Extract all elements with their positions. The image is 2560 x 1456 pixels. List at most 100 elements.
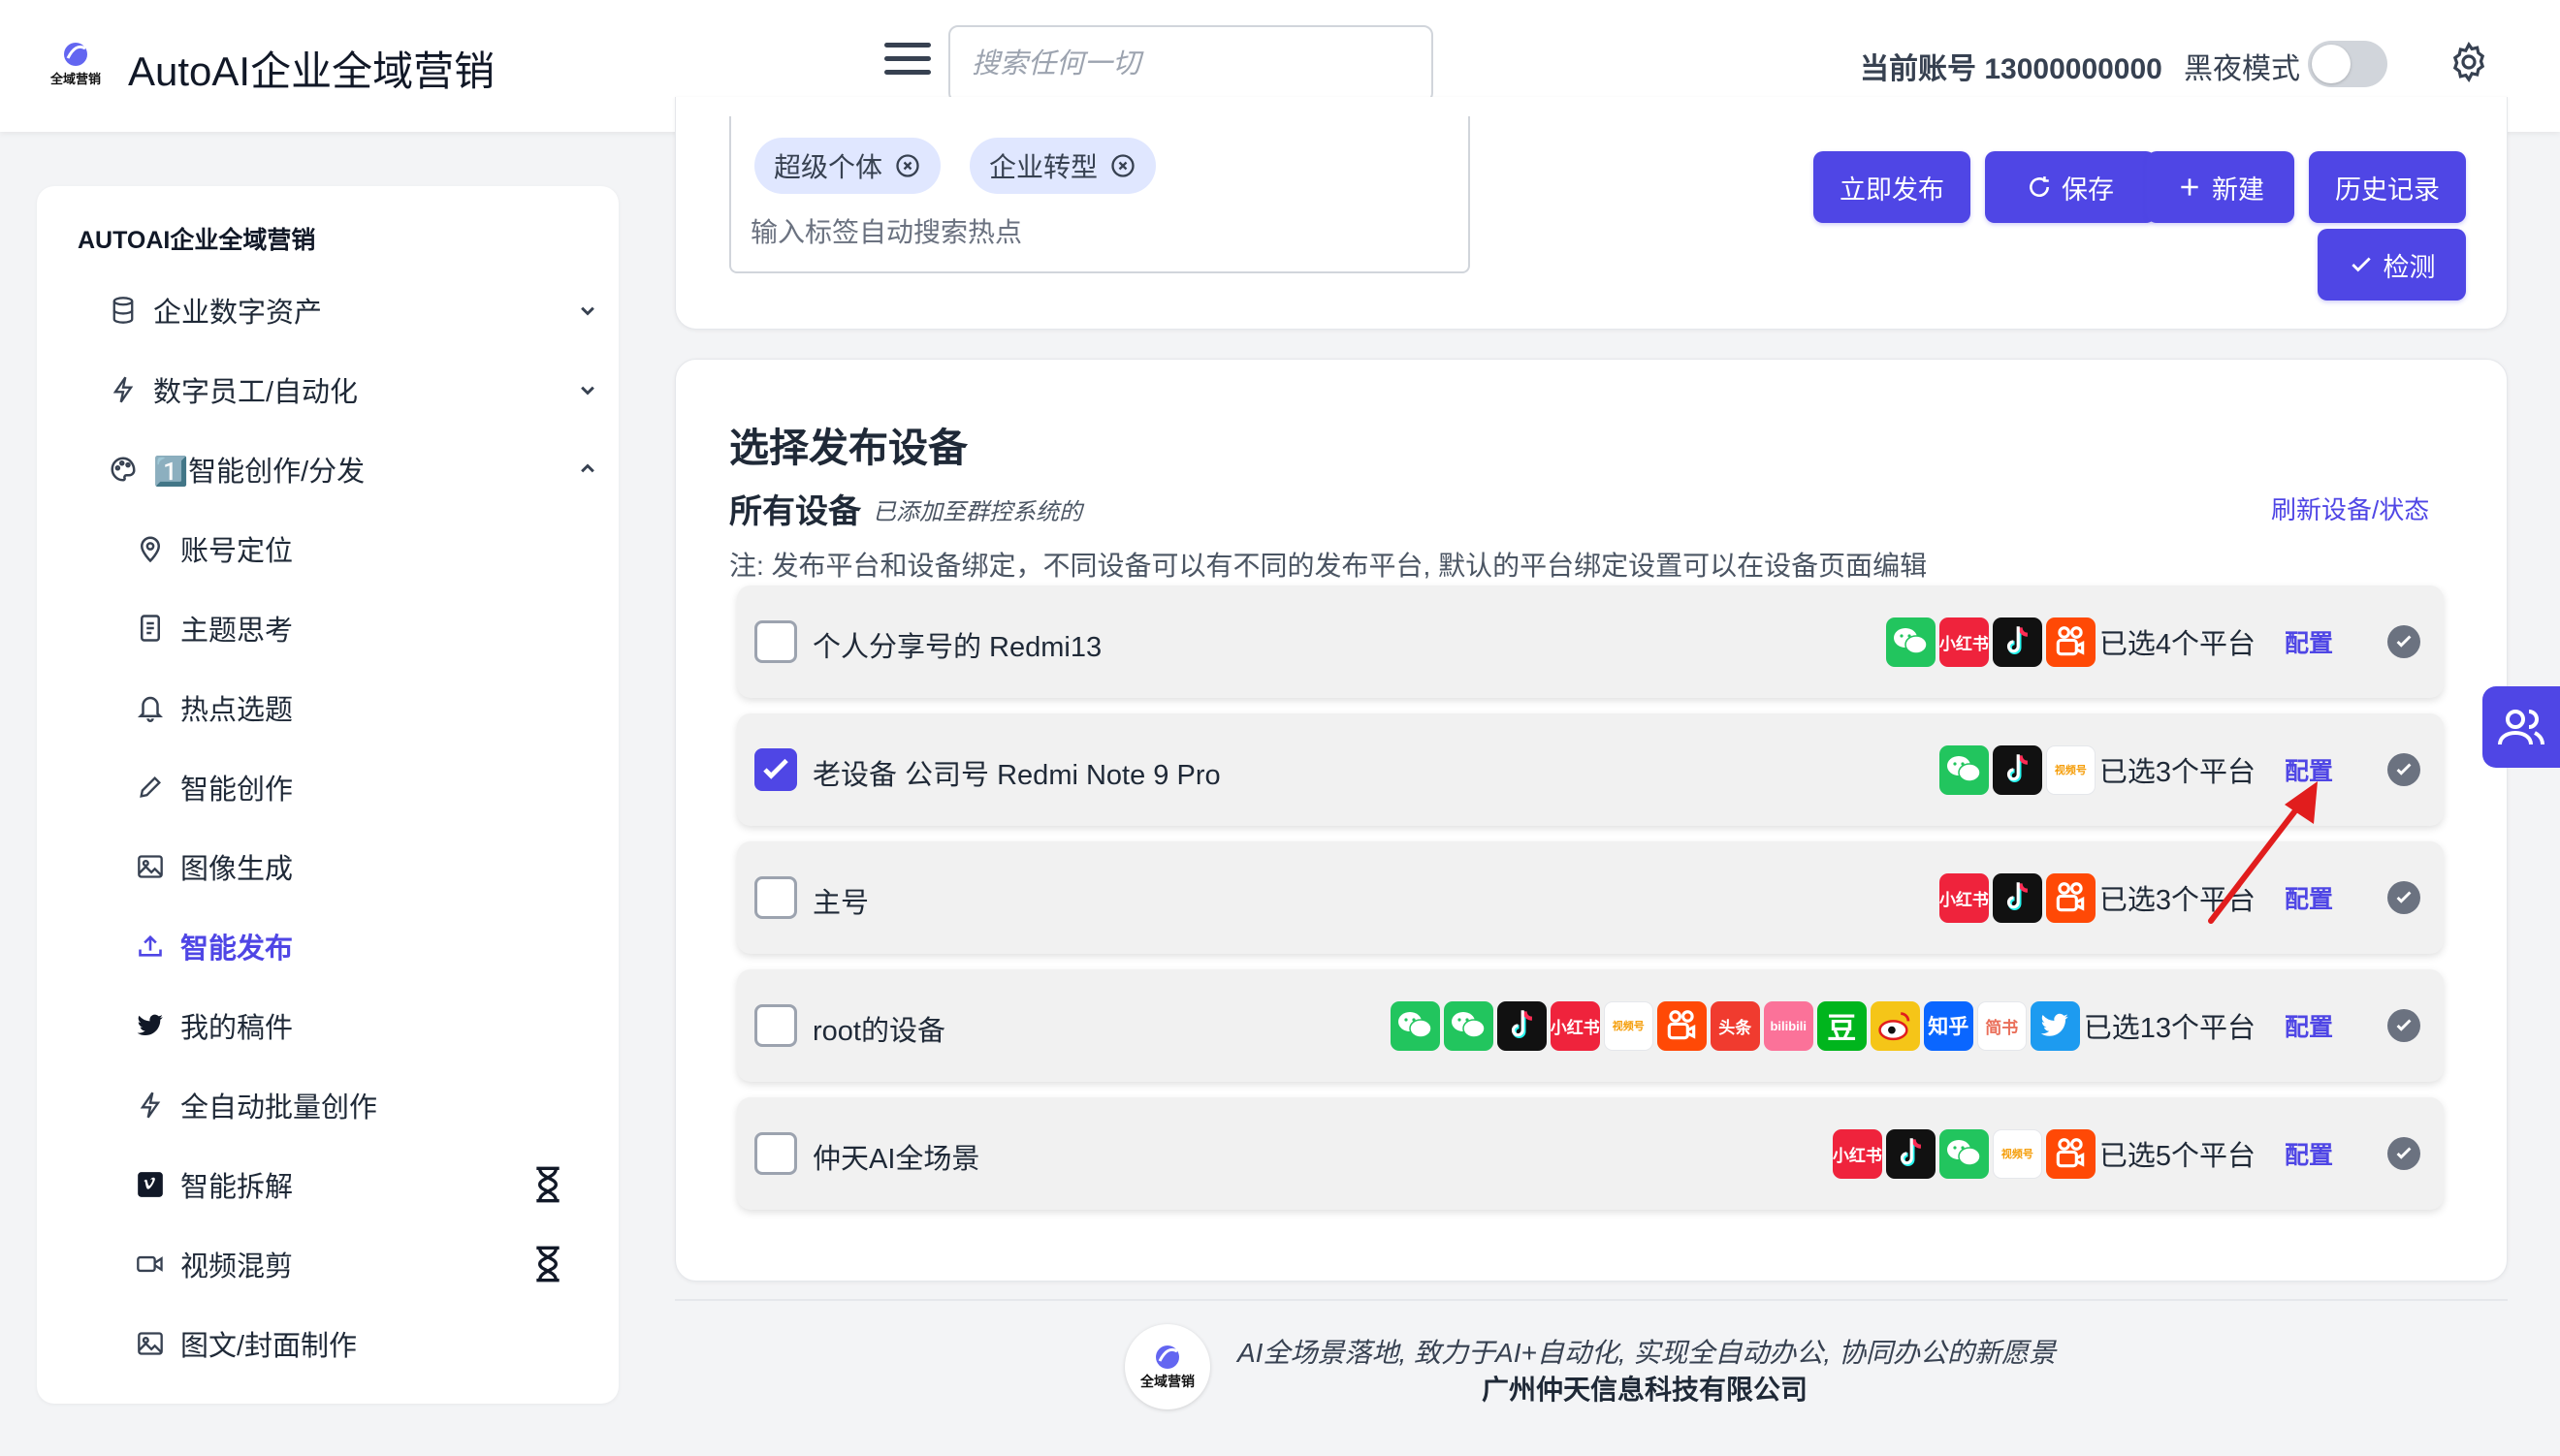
device-name: 主号 (813, 888, 870, 919)
history-button[interactable]: 历史记录 (2309, 151, 2466, 223)
tag-box: 超级个体 企业转型 (729, 116, 1470, 273)
sidebar-item-enterprise-assets[interactable]: 企业数字资产 (107, 281, 594, 339)
sidebar-item-smart-creation[interactable]: 1️⃣智能创作/分发 (107, 440, 594, 498)
palette-icon (107, 453, 140, 486)
current-account: 当前账号 13000000000 (1860, 53, 2162, 85)
shipinhao-icon: 视频号 (2045, 744, 2096, 795)
device-checkbox[interactable] (754, 620, 797, 663)
chevron-down-icon (581, 306, 594, 316)
sidebar: AUTOAI企业全域营销 企业数字资产 数字员工/自动化 1️⃣智能创作/分发 … (37, 186, 619, 1404)
device-row[interactable]: 仲天AI全场景 小红书 视频号 已选5个平台 配置 (737, 1097, 2444, 1210)
hourglass-icon (536, 1246, 560, 1282)
device-checkbox[interactable] (754, 748, 797, 791)
bilibili-icon: bilibili (1763, 1000, 1813, 1051)
shipinhao-icon: 视频号 (1992, 1128, 2042, 1179)
bell-icon (134, 691, 167, 724)
search-input[interactable] (948, 25, 1433, 103)
users-icon (2498, 710, 2544, 745)
sidebar-item-label: 热点选题 (180, 695, 294, 726)
device-checkbox[interactable] (754, 876, 797, 919)
shipinhao-icon: 视频号 (1603, 1000, 1653, 1051)
device-row[interactable]: root的设备 小红书 视频号 头条 bilibili 豆 知乎 简书 已选13个平台 配置 (737, 969, 2444, 1082)
sidebar-item-label: 数字员工/自动化 (153, 377, 359, 408)
selected-platform-count: 已选5个平台 (2098, 1141, 2256, 1172)
history-label: 历史记录 (2335, 174, 2440, 205)
configure-link[interactable]: 配置 (2285, 624, 2333, 659)
device-row[interactable]: 个人分享号的 Redmi13 小红书 已选4个平台 配置 (737, 586, 2444, 698)
device-name: 仲天AI全场景 (813, 1144, 980, 1175)
sidebar-item-smart-breakdown[interactable]: 智能拆解 (134, 1155, 293, 1214)
sidebar-item-smart-publish[interactable]: 智能发布 (134, 917, 293, 975)
publish-now-button[interactable]: 立即发布 (1813, 151, 1970, 223)
dark-mode-toggle[interactable] (2308, 41, 2387, 87)
sidebar-item-my-drafts[interactable]: 我的稿件 (134, 997, 293, 1055)
configure-link[interactable]: 配置 (2285, 1136, 2333, 1171)
twitter-icon (2030, 1000, 2080, 1051)
platform-icons: 小红书 (1885, 617, 2096, 667)
weibo-icon (1870, 1000, 1920, 1051)
device-name: root的设备 (813, 1016, 945, 1047)
tag-search-input[interactable] (751, 211, 1429, 254)
device-name: 个人分享号的 Redmi13 (813, 632, 1103, 663)
sidebar-item-topic-thinking[interactable]: 主题思考 (134, 599, 293, 657)
wechat-icon (1390, 1000, 1440, 1051)
sidebar-item-image-generation[interactable]: 图像生成 (134, 838, 293, 896)
xiaohongshu-icon: 小红书 (1938, 872, 1989, 923)
check-button[interactable]: 检测 (2318, 229, 2466, 301)
pencil-icon (134, 771, 167, 804)
sidebar-item-hot-topics[interactable]: 热点选题 (134, 679, 293, 737)
hamburger-menu-icon[interactable] (884, 43, 931, 81)
wechat-channels-icon (1443, 1000, 1493, 1051)
sidebar-item-label: 智能创作 (180, 775, 294, 806)
check-circle-icon (2387, 1137, 2420, 1170)
kuaishou-icon (1656, 1000, 1707, 1051)
plus-icon (2181, 178, 2198, 196)
tag-label: 超级个体 (774, 152, 883, 182)
jianshu-icon: 简书 (1976, 1000, 2027, 1051)
wechat-channels-icon (1938, 744, 1989, 795)
sidebar-item-ai-writing[interactable]: 智能创作 (134, 758, 293, 816)
sidebar-item-label: 视频混剪 (180, 1251, 294, 1282)
xiaohongshu-icon: 小红书 (1550, 1000, 1600, 1051)
new-button[interactable]: 新建 (2147, 151, 2294, 223)
device-checkbox[interactable] (754, 1132, 797, 1175)
zhihu-icon: 知乎 (1923, 1000, 1973, 1051)
hourglass-icon (536, 1166, 560, 1203)
save-button[interactable]: 保存 (1985, 151, 2156, 223)
check-circle-icon (2387, 1009, 2420, 1042)
wechat-icon (1885, 617, 1936, 667)
sidebar-item-batch-creation[interactable]: 全自动批量创作 (134, 1076, 377, 1134)
wechat-channels-icon (1938, 1128, 1989, 1179)
customer-service-button[interactable] (2482, 686, 2560, 768)
gear-icon[interactable] (2446, 39, 2492, 85)
douyin-icon (1496, 1000, 1547, 1051)
close-circle-icon[interactable] (894, 152, 921, 179)
device-platforms-area: 小红书 已选4个平台 配置 (1885, 586, 2444, 698)
device-checkbox[interactable] (754, 1004, 797, 1047)
platform-icons: 小红书 视频号 (1832, 1128, 2096, 1179)
device-row[interactable]: 主号 小红书 已选3个平台 配置 (737, 841, 2444, 954)
brand-logo-icon[interactable]: 全域营销 (45, 37, 107, 91)
brand-logo-icon: 全域营销 (1139, 1345, 1195, 1390)
sidebar-item-digital-staff[interactable]: 数字员工/自动化 (107, 361, 594, 419)
check-circle-icon (2387, 753, 2420, 786)
sidebar-item-label: 账号定位 (180, 536, 294, 567)
checkmark-icon (2351, 257, 2371, 272)
selected-platform-count: 已选4个平台 (2098, 629, 2256, 660)
image-icon (134, 1327, 167, 1360)
sidebar-item-video-mix[interactable]: 视频混剪 (134, 1235, 293, 1293)
close-circle-icon[interactable] (1109, 152, 1136, 179)
configure-link[interactable]: 配置 (2285, 1008, 2333, 1043)
brand-title: AutoAI企业全域营销 (128, 48, 496, 94)
douban-icon: 豆 (1816, 1000, 1867, 1051)
device-row[interactable]: 老设备 公司号 Redmi Note 9 Pro 视频号 已选3个平台 配置 (737, 713, 2444, 826)
check-circle-icon (2387, 881, 2420, 914)
document-icon (134, 612, 167, 645)
sidebar-item-cover-design[interactable]: 图文/封面制作 (134, 1314, 357, 1373)
sidebar-item-label: 我的稿件 (180, 1013, 294, 1044)
publish-now-label: 立即发布 (1840, 174, 1944, 205)
refresh-devices-link[interactable]: 刷新设备/状态 (2271, 491, 2429, 526)
kuaishou-icon (2045, 1128, 2096, 1179)
footer-divider (675, 1299, 2508, 1301)
sidebar-item-account-positioning[interactable]: 账号定位 (134, 520, 293, 578)
